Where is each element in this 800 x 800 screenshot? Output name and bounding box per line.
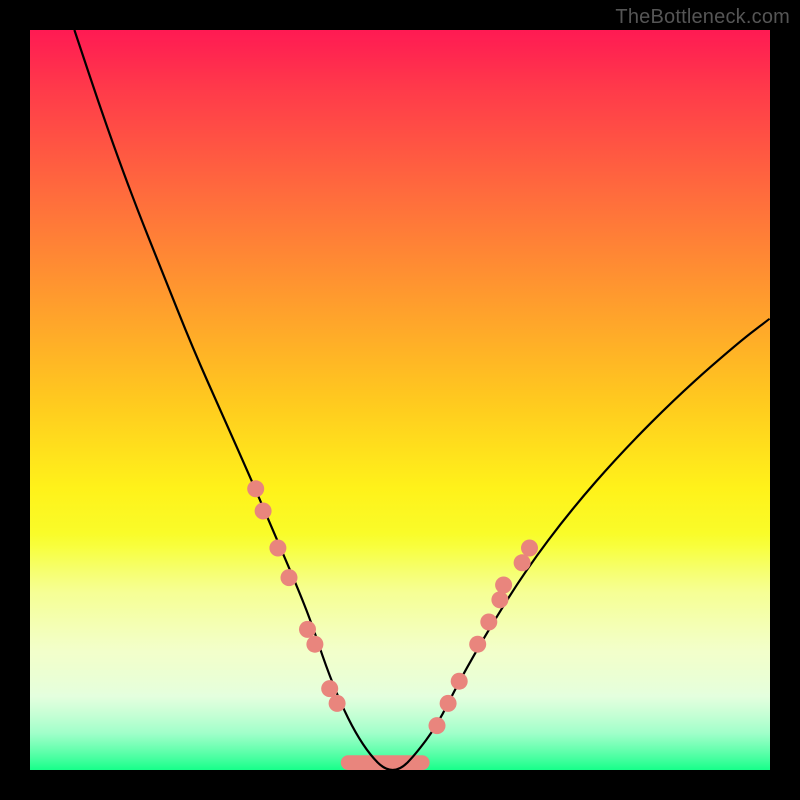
marker-layer: [247, 480, 538, 734]
data-point: [299, 621, 316, 638]
data-point: [514, 554, 531, 571]
data-point: [306, 636, 323, 653]
data-point: [495, 577, 512, 594]
data-point: [247, 480, 264, 497]
data-point: [321, 680, 338, 697]
data-point: [255, 503, 272, 520]
bottleneck-curve: [74, 30, 770, 770]
chart-frame: TheBottleneck.com: [0, 0, 800, 800]
data-point: [329, 695, 346, 712]
data-point: [451, 673, 468, 690]
data-point: [521, 540, 538, 557]
data-point: [440, 695, 457, 712]
data-point: [429, 717, 446, 734]
data-point: [281, 569, 298, 586]
data-point: [491, 591, 508, 608]
data-point: [269, 540, 286, 557]
data-point: [480, 614, 497, 631]
plot-area: [30, 30, 770, 770]
data-point: [469, 636, 486, 653]
watermark-label: TheBottleneck.com: [615, 6, 790, 29]
curve-layer: [30, 30, 770, 770]
